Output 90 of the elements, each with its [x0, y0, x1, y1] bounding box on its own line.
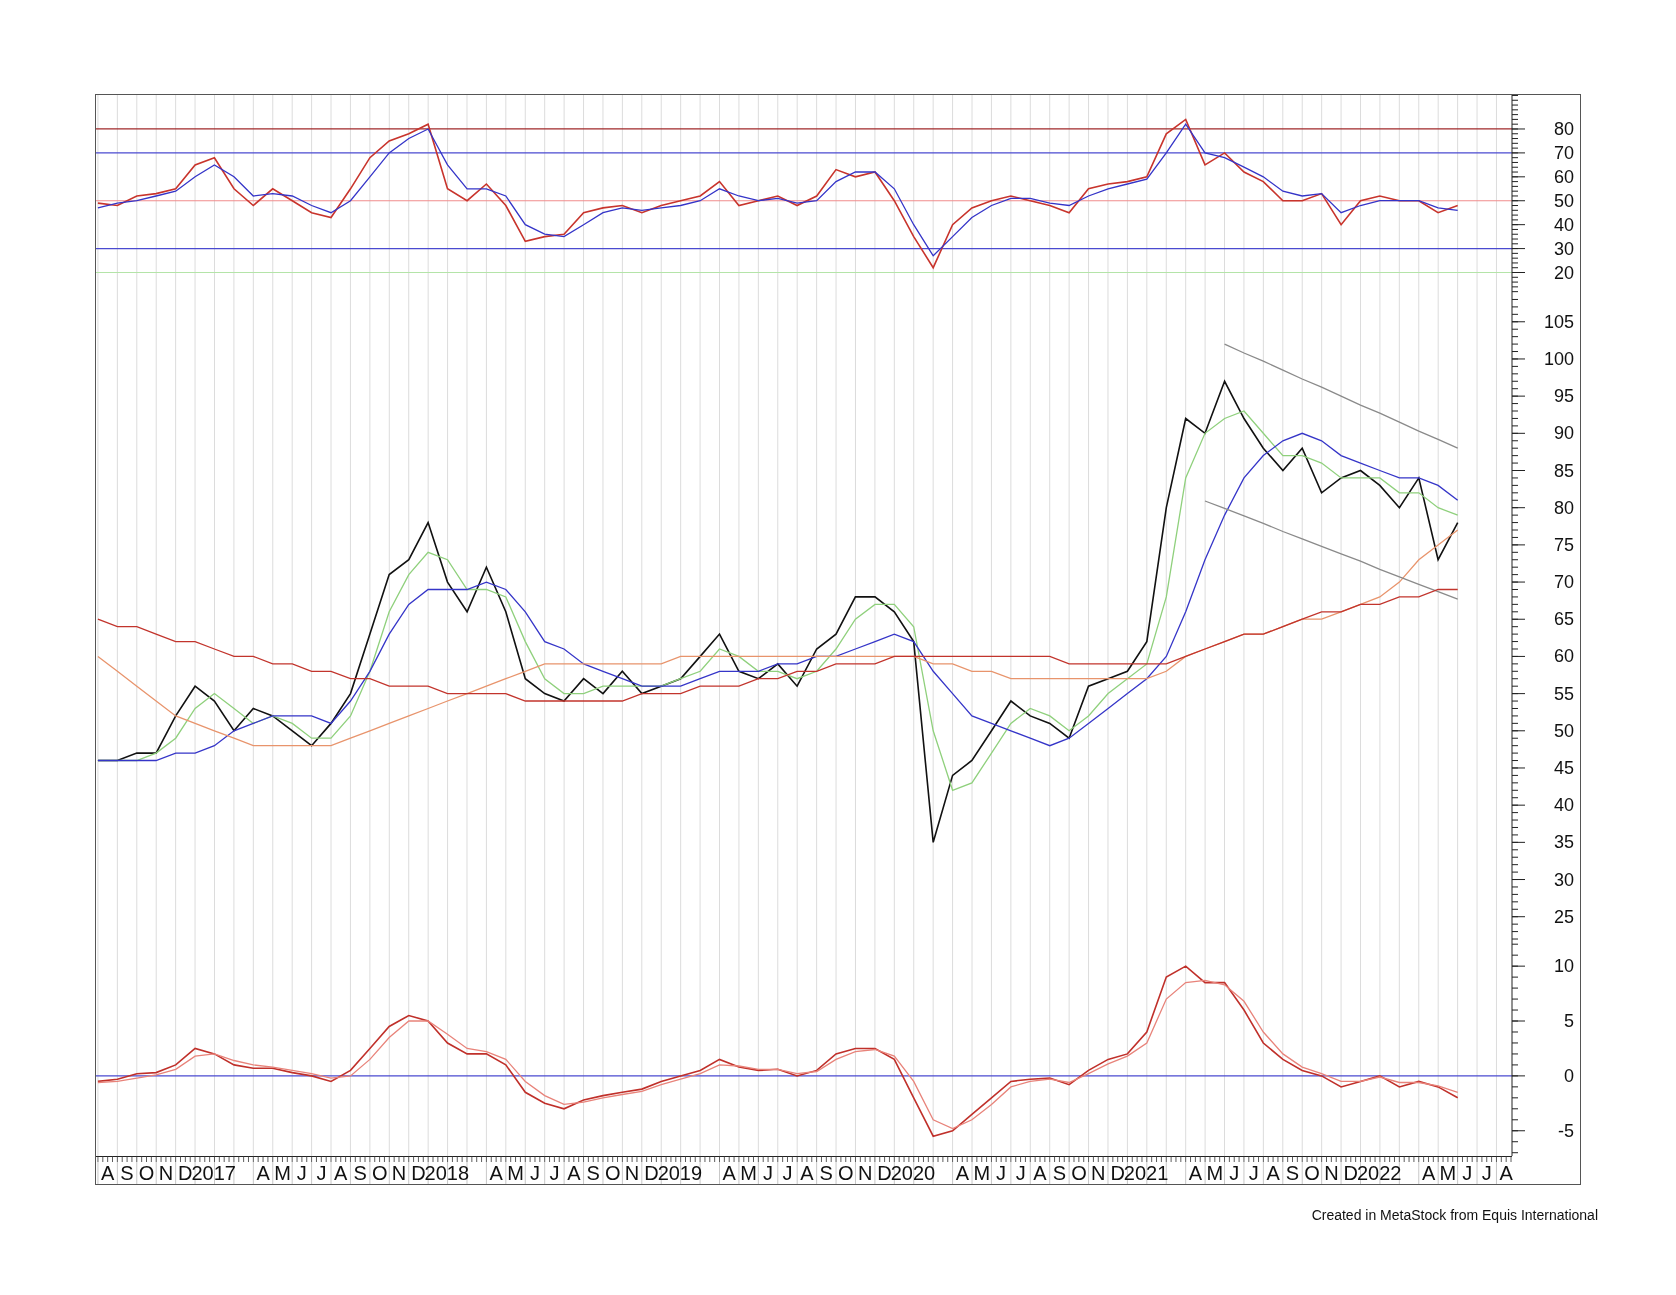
tick-label: 2019	[657, 1162, 703, 1184]
tick-label: -5	[1558, 1120, 1574, 1141]
tick-label: M	[274, 1162, 291, 1184]
tick-label: 40	[1553, 795, 1574, 816]
tick-label: N	[158, 1162, 174, 1184]
tick-label: N	[391, 1162, 407, 1184]
tick-label: 5	[1564, 1011, 1574, 1031]
tick-label: O	[138, 1162, 155, 1184]
tick-label: O	[1304, 1162, 1320, 1184]
tick-label: O	[1071, 1162, 1087, 1184]
tick-label: N	[1324, 1162, 1339, 1184]
tick-label: S	[1052, 1162, 1066, 1184]
tick-label: A	[955, 1162, 970, 1184]
tick-label: M	[1206, 1162, 1224, 1184]
tick-label: A	[1188, 1162, 1203, 1184]
tick-label: J	[763, 1162, 773, 1184]
tick-label: A	[1266, 1162, 1280, 1184]
tick-label: J	[1462, 1162, 1473, 1184]
tick-label: M	[740, 1162, 757, 1184]
tick-label: 50	[1553, 190, 1574, 211]
tick-label: J	[316, 1162, 327, 1184]
tick-label: N	[1091, 1162, 1106, 1184]
tick-label: 10	[1553, 956, 1574, 977]
tick-label: J	[529, 1162, 540, 1184]
tick-label: A	[1499, 1162, 1513, 1184]
tick-label: D	[1343, 1162, 1358, 1184]
tick-label: M	[1439, 1162, 1457, 1184]
tick-label: 95	[1553, 386, 1574, 407]
tick-label: 30	[1553, 238, 1574, 259]
tick-label: 20	[1553, 262, 1574, 283]
tick-label: J	[1229, 1162, 1240, 1184]
tick-label: N	[857, 1162, 873, 1184]
tick-label: A	[256, 1162, 270, 1184]
tick-label: A	[1421, 1162, 1436, 1184]
tick-label: A	[567, 1162, 581, 1184]
tick-label: J	[1248, 1162, 1259, 1184]
tick-label: 25	[1553, 906, 1574, 927]
tick-label: D	[411, 1162, 426, 1184]
tick-label: 80	[1553, 118, 1574, 139]
tick-label: 2022	[1356, 1162, 1402, 1184]
tick-label: 35	[1553, 832, 1574, 853]
tick-label: 70	[1553, 142, 1574, 163]
tick-label: J	[1481, 1162, 1492, 1184]
tick-label: M	[507, 1162, 524, 1184]
tick-label: S	[1285, 1162, 1300, 1184]
tick-label: J	[549, 1162, 560, 1184]
tick-label: S	[353, 1162, 367, 1184]
tick-label: D	[644, 1162, 659, 1184]
tick-label: J	[1015, 1162, 1026, 1184]
tick-label: 85	[1553, 460, 1574, 481]
tick-label: S	[819, 1162, 833, 1184]
tick-label: N	[624, 1162, 640, 1184]
tick-label: A	[334, 1162, 348, 1184]
tick-label: 70	[1553, 572, 1574, 593]
credit-text: Created in MetaStock from Equis International	[1311, 1207, 1598, 1223]
tick-label: 60	[1553, 646, 1574, 667]
tick-label: 55	[1553, 683, 1574, 704]
tick-label: O	[838, 1162, 854, 1184]
tick-label: O	[604, 1162, 621, 1184]
tick-label: 2018	[424, 1162, 470, 1184]
tick-label: D	[877, 1162, 892, 1184]
tick-label: A	[800, 1162, 814, 1184]
tick-label: 2021	[1123, 1162, 1169, 1184]
tick-label: M	[973, 1162, 991, 1184]
tick-label: 45	[1553, 758, 1574, 778]
tick-label: 50	[1553, 720, 1574, 741]
tick-label: A	[722, 1162, 736, 1184]
tick-label: J	[782, 1162, 793, 1184]
tick-label: 2020	[890, 1162, 936, 1184]
tick-label: 60	[1553, 166, 1574, 187]
tick-label: 40	[1553, 214, 1574, 235]
tick-label: 75	[1553, 534, 1574, 555]
tick-label: D	[178, 1162, 193, 1184]
tick-label: S	[586, 1162, 600, 1184]
tick-label: A	[101, 1162, 115, 1184]
tick-label: D	[1110, 1162, 1125, 1184]
tick-label: A	[1033, 1162, 1047, 1184]
tick-label: 105	[1543, 311, 1574, 332]
tick-label: 100	[1543, 348, 1574, 369]
tick-label: 0	[1564, 1065, 1574, 1086]
tick-label: 30	[1553, 869, 1574, 890]
tick-label: J	[296, 1162, 307, 1184]
tick-label: S	[120, 1162, 134, 1184]
tick-label: 80	[1553, 497, 1574, 518]
tick-label: A	[489, 1162, 503, 1184]
tick-label: 2017	[191, 1162, 236, 1184]
tick-label: O	[371, 1162, 388, 1184]
tick-label: 90	[1553, 423, 1574, 444]
tick-label: J	[996, 1162, 1007, 1184]
tick-label: 65	[1553, 609, 1574, 630]
